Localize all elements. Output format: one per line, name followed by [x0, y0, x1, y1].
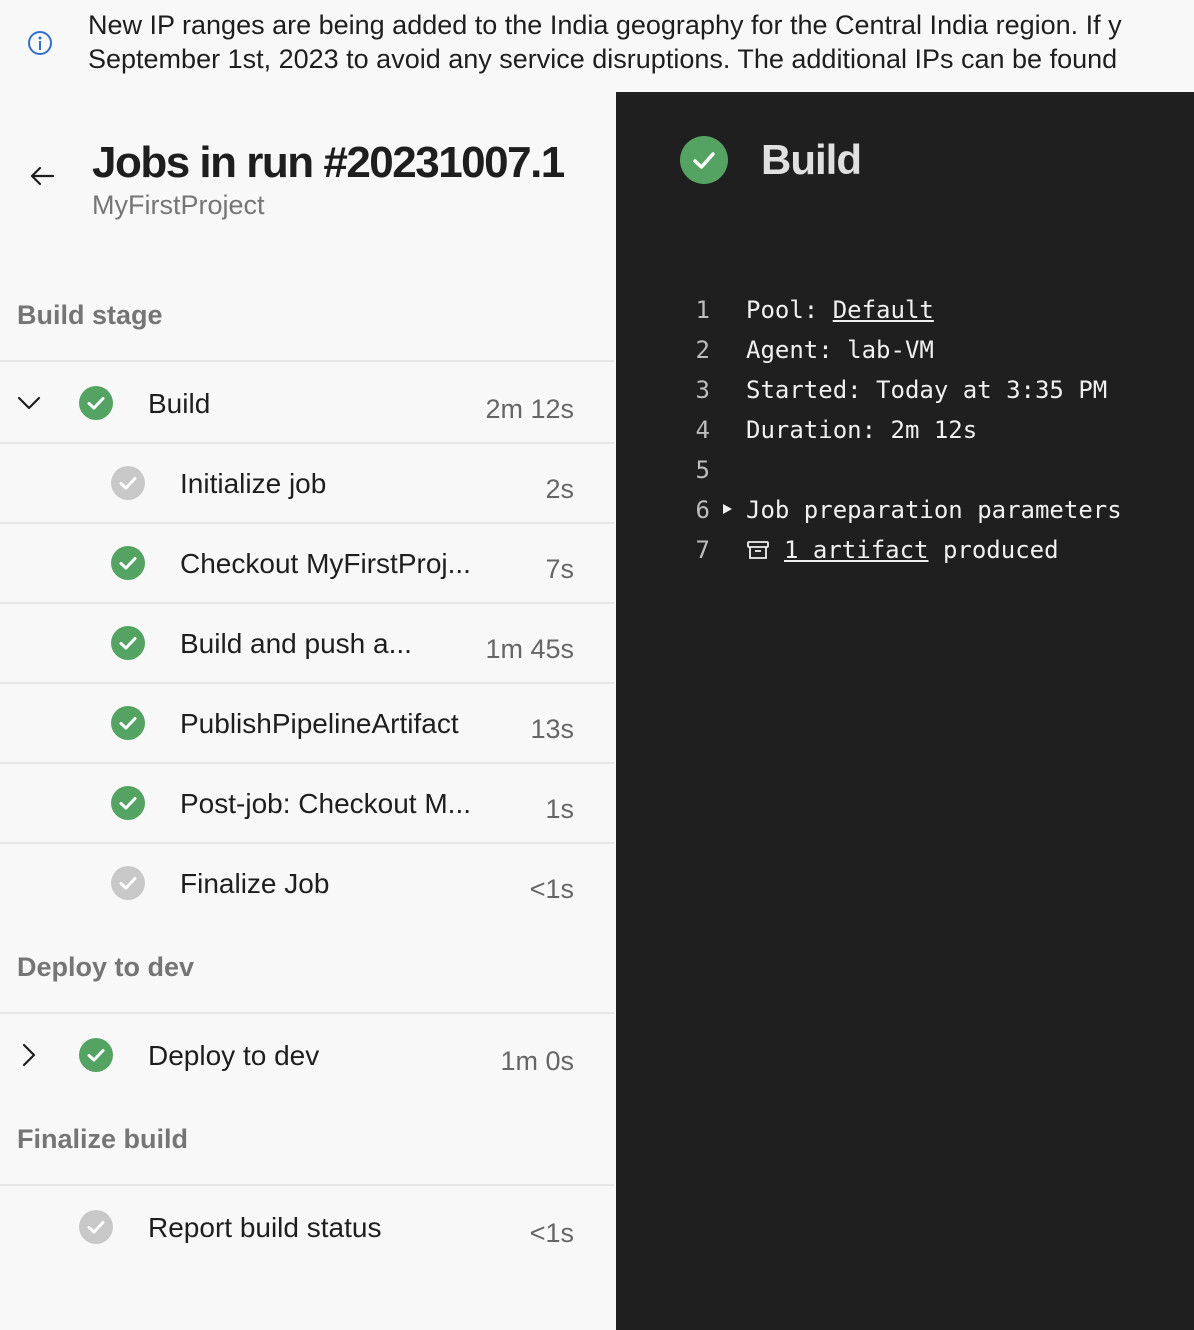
step-duration: 13s	[530, 714, 574, 744]
skipped-check-icon	[79, 1210, 113, 1244]
job-detail-title: Build	[761, 136, 862, 183]
log-text[interactable]: Job preparation parameters	[746, 496, 1122, 524]
project-name: MyFirstProject	[92, 190, 265, 220]
step-name: Initialize job	[180, 468, 327, 499]
step-duration: 2s	[545, 474, 574, 504]
job-duration: 2m 12s	[485, 394, 574, 424]
log-line: 1 Pool: Default	[616, 296, 1194, 336]
chevron-right-icon[interactable]	[16, 1042, 42, 1068]
page-title: Jobs in run #20231007.1	[92, 138, 565, 187]
line-number: 3	[695, 376, 710, 404]
success-check-icon	[111, 786, 145, 820]
log-text: Agent: lab-VM	[746, 336, 934, 364]
stage-label-build: Build stage	[17, 300, 163, 330]
step-row[interactable]: Initialize job 2s	[0, 442, 614, 522]
pool-link[interactable]: Default	[833, 296, 934, 324]
step-name: Finalize Job	[180, 868, 330, 899]
job-duration: <1s	[529, 1218, 574, 1248]
step-row[interactable]: Checkout MyFirstProj... 7s	[0, 522, 614, 602]
line-number: 2	[695, 336, 710, 364]
step-row[interactable]: Finalize Job <1s	[0, 842, 614, 922]
step-duration: 7s	[545, 554, 574, 584]
log-line: 4 Duration: 2m 12s	[616, 416, 1194, 456]
log-line: 7 1 artifact produced	[616, 536, 1194, 576]
step-name: Post-job: Checkout M...	[180, 788, 472, 819]
success-check-icon	[79, 386, 113, 420]
log-text: Pool:	[746, 296, 833, 324]
success-check-icon	[79, 1038, 113, 1072]
job-row-build[interactable]: Build 2m 12s	[0, 360, 614, 442]
line-number: 4	[695, 416, 710, 444]
stage-label-deploy: Deploy to dev	[17, 952, 195, 982]
announcement-banner: New IP ranges are being added to the Ind…	[0, 0, 1194, 92]
step-duration: 1s	[545, 794, 574, 824]
skipped-check-icon	[111, 866, 145, 900]
skipped-check-icon	[111, 466, 145, 500]
line-number: 6	[695, 496, 710, 524]
log-line: 6 Job preparation parameters	[616, 496, 1194, 536]
log-line: 2 Agent: lab-VM	[616, 336, 1194, 376]
job-name: Build	[148, 388, 211, 419]
success-check-icon	[111, 706, 145, 740]
log-line: 5	[616, 456, 1194, 496]
log-text: Started: Today at 3:35 PM	[746, 376, 1108, 404]
step-duration: <1s	[529, 874, 574, 904]
artifact-icon	[747, 541, 769, 559]
log-text: produced	[928, 536, 1059, 564]
banner-line-1: New IP ranges are being added to the Ind…	[88, 10, 1122, 40]
log-line: 3 Started: Today at 3:35 PM	[616, 376, 1194, 416]
chevron-down-icon[interactable]	[16, 390, 42, 416]
banner-line-2: September 1st, 2023 to avoid any service…	[88, 44, 1118, 74]
success-check-icon	[111, 546, 145, 580]
line-number: 1	[695, 296, 710, 324]
job-name: Report build status	[148, 1212, 382, 1243]
job-duration: 1m 0s	[500, 1046, 574, 1076]
info-icon	[28, 31, 52, 55]
line-number: 5	[695, 456, 710, 484]
success-check-icon	[680, 136, 728, 184]
job-name: Deploy to dev	[148, 1040, 320, 1071]
jobs-panel: Jobs in run #20231007.1 MyFirstProject B…	[0, 92, 614, 1330]
job-row-deploy[interactable]: Deploy to dev 1m 0s	[0, 1012, 614, 1094]
banner-text: New IP ranges are being added to the Ind…	[88, 8, 1194, 76]
step-row[interactable]: Build and push a... 1m 45s	[0, 602, 614, 682]
step-duration: 1m 45s	[485, 634, 574, 664]
step-name: Build and push a...	[180, 628, 412, 659]
stage-label-finalize: Finalize build	[17, 1124, 189, 1154]
job-row-finalize[interactable]: Report build status <1s	[0, 1184, 614, 1266]
back-arrow-icon[interactable]	[26, 160, 58, 192]
success-check-icon	[111, 626, 145, 660]
step-name: Checkout MyFirstProj...	[180, 548, 471, 579]
step-name: PublishPipelineArtifact	[180, 708, 459, 739]
step-row[interactable]: Post-job: Checkout M... 1s	[0, 762, 614, 842]
job-detail-panel: Build 1 Pool: Default 2 Agent: lab-VM 3 …	[616, 92, 1194, 1330]
expand-triangle-icon[interactable]	[720, 502, 734, 516]
artifact-link[interactable]: 1 artifact	[784, 536, 929, 564]
log-text: Duration: 2m 12s	[746, 416, 978, 444]
step-row[interactable]: PublishPipelineArtifact 13s	[0, 682, 614, 762]
line-number: 7	[695, 536, 710, 564]
